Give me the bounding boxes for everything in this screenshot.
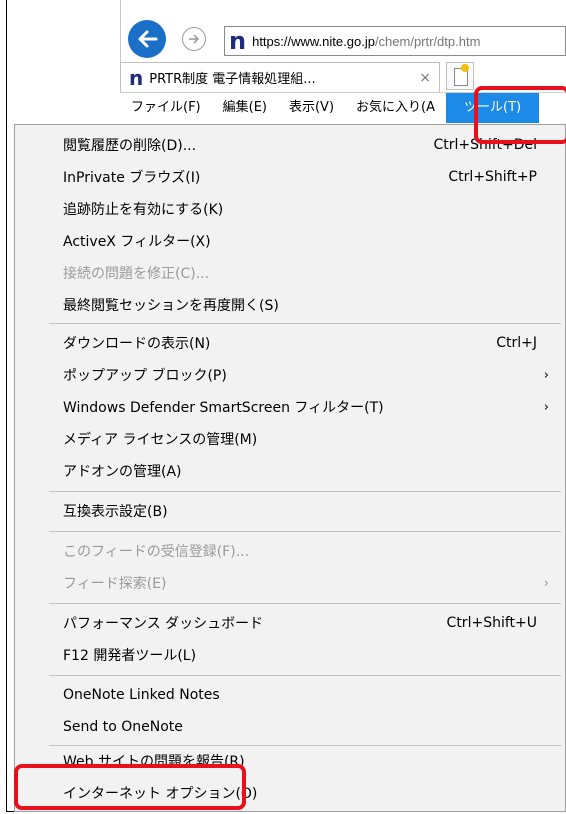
menu-item-shortcut: Ctrl+J bbox=[496, 335, 537, 351]
menu-separator bbox=[49, 675, 561, 676]
tools-menu-highlight bbox=[474, 86, 566, 144]
menu-item-popup-blocker[interactable]: ポップアップ ブロック(P) › bbox=[15, 359, 566, 391]
menu-item-inprivate[interactable]: InPrivate ブラウズ(I) Ctrl+Shift+P bbox=[15, 161, 566, 193]
url-domain: https://www.nite.go.jp bbox=[252, 33, 375, 49]
back-button[interactable] bbox=[128, 20, 166, 58]
forward-button[interactable] bbox=[182, 27, 206, 51]
menu-separator bbox=[49, 531, 561, 532]
menu-favorites[interactable]: お気に入り(A bbox=[345, 93, 446, 123]
menu-item-smartscreen[interactable]: Windows Defender SmartScreen フィルター(T) › bbox=[15, 391, 566, 423]
address-bar[interactable]: n https://www.nite.go.jp/chem/prtr/dtp.h… bbox=[224, 26, 566, 56]
menu-item-view-downloads[interactable]: ダウンロードの表示(N) Ctrl+J bbox=[15, 327, 566, 359]
new-tab-star-icon bbox=[461, 64, 469, 72]
menu-item-shortcut: Ctrl+Shift+P bbox=[448, 169, 537, 185]
menu-item-media-licenses[interactable]: メディア ライセンスの管理(M) bbox=[15, 423, 566, 455]
menu-item-manage-addons[interactable]: アドオンの管理(A) bbox=[15, 455, 566, 487]
menu-item-label: Windows Defender SmartScreen フィルター(T) bbox=[63, 400, 384, 416]
menu-separator bbox=[49, 491, 561, 492]
menu-item-label: 追跡防止を有効にする(K) bbox=[63, 202, 224, 218]
menu-item-label: メディア ライセンスの管理(M) bbox=[63, 432, 258, 448]
menu-item-feed-discovery: フィード探索(E) › bbox=[15, 567, 566, 599]
menu-item-label: InPrivate ブラウズ(I) bbox=[63, 170, 201, 186]
menu-item-label: このフィードの受信登録(F)... bbox=[63, 544, 250, 560]
menu-item-label: F12 開発者ツール(L) bbox=[63, 648, 197, 664]
menu-item-label: OneNote Linked Notes bbox=[63, 687, 220, 703]
menu-item-send-to-onenote[interactable]: Send to OneNote bbox=[15, 711, 566, 743]
menu-item-label: フィード探索(E) bbox=[63, 576, 167, 592]
tab-title: PRTR制度 電子情報処理組... bbox=[149, 72, 316, 87]
menu-item-subscribe-feed: このフィードの受信登録(F)... bbox=[15, 535, 566, 567]
submenu-arrow-icon: › bbox=[543, 575, 549, 591]
menu-item-fix-connection: 接続の問題を修正(C)... bbox=[15, 257, 566, 289]
site-favicon-icon: n bbox=[229, 27, 247, 55]
menu-item-compat-view[interactable]: 互換表示設定(B) bbox=[15, 495, 566, 527]
url-text: https://www.nite.go.jp/chem/prtr/dtp.htm bbox=[252, 34, 480, 49]
menu-item-label: パフォーマンス ダッシュボード bbox=[63, 616, 264, 632]
menu-item-label: ダウンロードの表示(N) bbox=[63, 336, 211, 352]
menu-item-f12-devtools[interactable]: F12 開発者ツール(L) bbox=[15, 639, 566, 671]
menu-item-performance-dashboard[interactable]: パフォーマンス ダッシュボード Ctrl+Shift+U bbox=[15, 607, 566, 639]
menu-item-onenote-linked[interactable]: OneNote Linked Notes bbox=[15, 679, 566, 711]
menu-item-label: ポップアップ ブロック(P) bbox=[63, 368, 227, 384]
menu-separator bbox=[49, 323, 561, 324]
menu-edit[interactable]: 編集(E) bbox=[212, 93, 278, 123]
tools-dropdown-menu: 閲覧履歴の削除(D)... Ctrl+Shift+Del InPrivate ブ… bbox=[14, 124, 566, 812]
url-path: /chem/prtr/dtp.htm bbox=[374, 33, 481, 49]
browser-tab[interactable]: n PRTR制度 電子情報処理組... × bbox=[120, 62, 440, 92]
internet-options-highlight bbox=[14, 764, 246, 810]
submenu-arrow-icon: › bbox=[543, 367, 549, 383]
menu-item-label: アドオンの管理(A) bbox=[63, 464, 182, 480]
menu-item-label: 閲覧履歴の削除(D)... bbox=[63, 138, 197, 154]
menu-view[interactable]: 表示(V) bbox=[278, 93, 345, 123]
new-tab-button[interactable] bbox=[446, 62, 474, 90]
menu-item-label: Send to OneNote bbox=[63, 719, 183, 735]
menu-item-reopen-session[interactable]: 最終閲覧セッションを再度開く(S) bbox=[15, 289, 566, 321]
menu-item-label: 互換表示設定(B) bbox=[63, 504, 168, 520]
tab-close-icon[interactable]: × bbox=[419, 70, 431, 86]
menu-item-shortcut: Ctrl+Shift+U bbox=[446, 615, 537, 631]
menu-item-label: 接続の問題を修正(C)... bbox=[63, 266, 210, 282]
menu-item-tracking-protection[interactable]: 追跡防止を有効にする(K) bbox=[15, 193, 566, 225]
menu-file[interactable]: ファイル(F) bbox=[120, 93, 212, 123]
submenu-arrow-icon: › bbox=[543, 399, 549, 415]
menu-item-label: 最終閲覧セッションを再度開く(S) bbox=[63, 298, 279, 314]
menu-item-label: ActiveX フィルター(X) bbox=[63, 234, 211, 250]
forward-arrow-icon bbox=[189, 34, 200, 44]
back-arrow-icon bbox=[138, 30, 158, 48]
menu-separator bbox=[49, 603, 561, 604]
menu-item-activex-filter[interactable]: ActiveX フィルター(X) bbox=[15, 225, 566, 257]
tab-favicon-icon: n bbox=[129, 65, 144, 90]
